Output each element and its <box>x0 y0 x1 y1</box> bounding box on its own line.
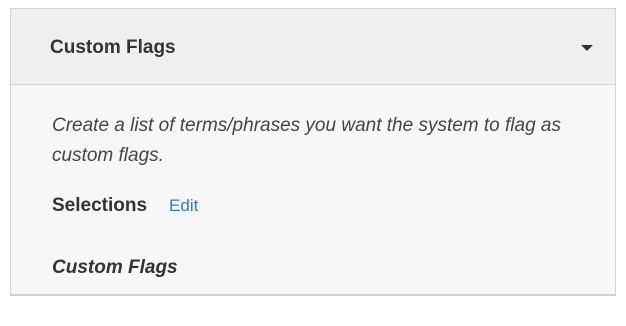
edit-link[interactable]: Edit <box>169 196 198 216</box>
selection-value: Custom Flags <box>52 257 178 278</box>
panel-description: Create a list of terms/phrases you want … <box>52 115 562 166</box>
custom-flags-panel: Custom Flags Create a list of terms/phra… <box>10 8 616 296</box>
selections-label: Selections <box>52 195 148 216</box>
panel-header[interactable]: Custom Flags <box>11 9 615 85</box>
panel-body: Create a list of terms/phrases you want … <box>11 85 615 294</box>
panel-title: Custom Flags <box>50 37 176 58</box>
caret-down-icon[interactable] <box>573 35 601 59</box>
selections-row: Selections Edit <box>52 195 198 219</box>
